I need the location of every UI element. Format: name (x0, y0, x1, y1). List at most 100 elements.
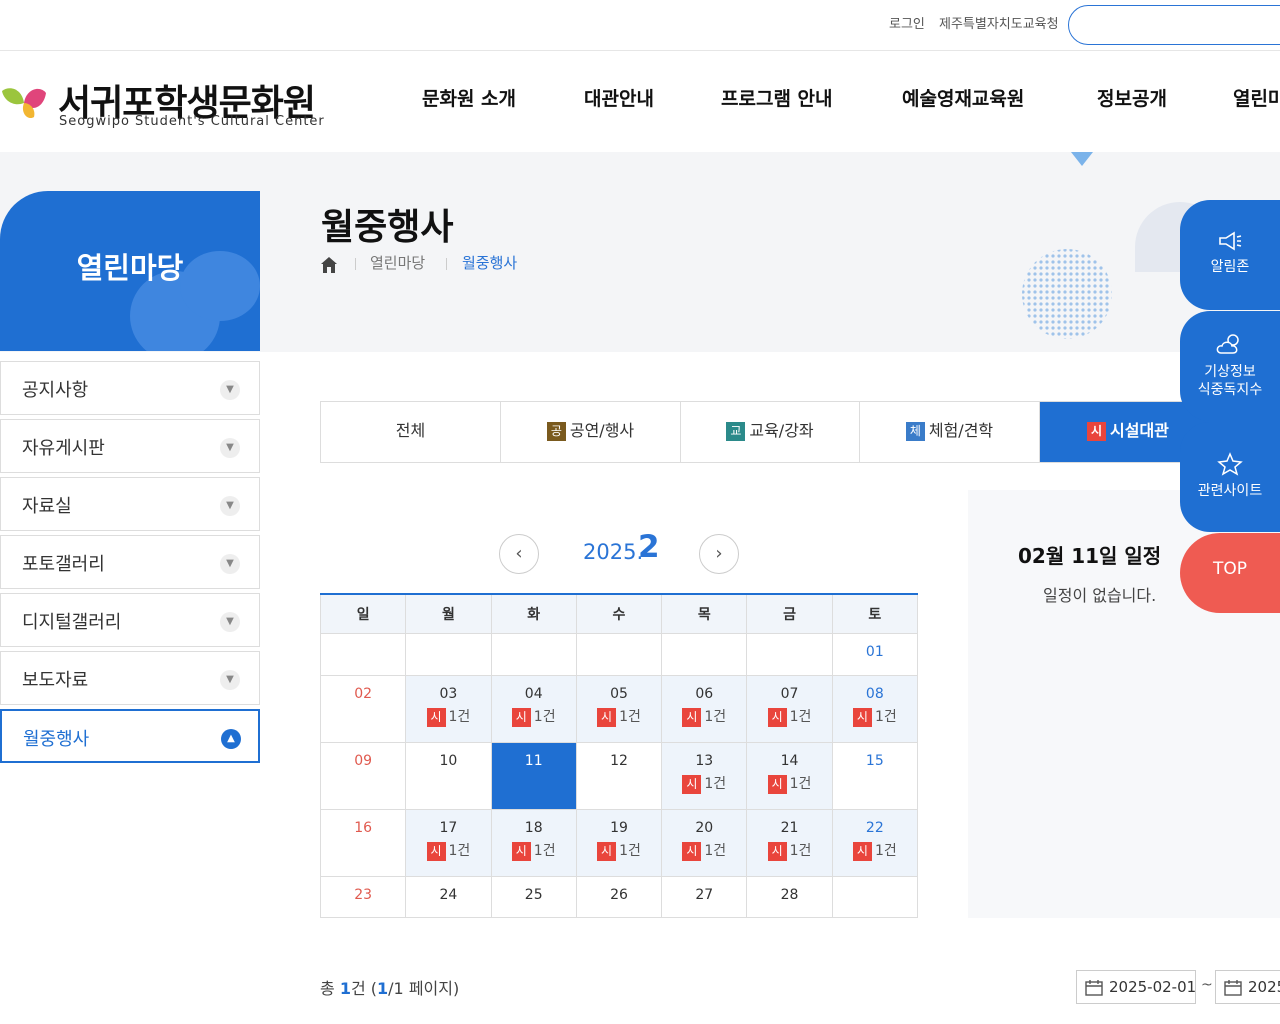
breadcrumb-item-open-forum[interactable]: 열린마당 (370, 252, 425, 273)
calendar-day-cell[interactable]: 11 (490, 741, 577, 810)
calendar-day-cell[interactable]: 24 (405, 875, 492, 918)
sidebar-item-monthly-events[interactable]: 월중행사 ▲ (0, 709, 260, 763)
event-count-link[interactable]: 시 1건 (492, 840, 576, 861)
calendar-icon (1085, 980, 1103, 996)
event-count: 1건 (789, 708, 812, 725)
tab-all[interactable]: 전체 (321, 402, 501, 462)
tab-performance[interactable]: 공 공연/행사 (501, 402, 681, 462)
category-badge: 체 (905, 422, 925, 441)
total-count-text: 총 1건 (1/1 페이지) (320, 975, 459, 999)
jeju-office-link[interactable]: 제주특별자치도교육청 (939, 13, 1059, 32)
weekday-header: 화 (490, 593, 577, 634)
calendar-day-cell[interactable]: 17 시 1건 (405, 808, 492, 877)
calendar-day-cell[interactable]: 04 시 1건 (490, 674, 577, 743)
quick-notification-zone[interactable]: 알림존 (1180, 200, 1280, 310)
chevron-down-icon: ▼ (220, 380, 240, 400)
calendar-day-cell[interactable]: 01 (831, 632, 919, 676)
facility-rental-badge: 시 (597, 707, 617, 727)
calendar-day-cell[interactable]: 08 시 1건 (831, 674, 919, 743)
prev-month-button[interactable]: ‹ (499, 534, 539, 574)
calendar-day-cell[interactable]: 07 시 1건 (746, 674, 833, 743)
gnb-rental[interactable]: 대관안내 (584, 84, 654, 111)
quick-weather-info[interactable]: 기상정보 식중독지수 (1180, 311, 1280, 421)
event-count-link[interactable]: 시 1건 (833, 706, 917, 727)
calendar-day-number: 17 (439, 819, 458, 836)
event-count-link[interactable]: 시 1건 (492, 706, 576, 727)
calendar-day-cell[interactable]: 25 (490, 875, 577, 918)
sidebar-item-free-board[interactable]: 자유게시판 ▼ (0, 419, 260, 473)
date-from-input[interactable]: 2025-02-01 (1076, 970, 1196, 1004)
sidebar-item-archive[interactable]: 자료실 ▼ (0, 477, 260, 531)
date-from-value: 2025-02-01 (1109, 978, 1196, 996)
tab-education[interactable]: 교 교육/강좌 (681, 402, 860, 462)
gnb-gifted-education[interactable]: 예술영재교육원 (902, 84, 1024, 111)
gnb-disclosure[interactable]: 정보공개 (1097, 84, 1167, 111)
breadcrumb-item-current[interactable]: 월중행사 (462, 252, 517, 273)
calendar-day-cell[interactable]: 06 시 1건 (661, 674, 748, 743)
gnb-programs[interactable]: 프로그램 안내 (721, 84, 833, 111)
tab-label: 공연/행사 (569, 421, 635, 440)
calendar-day-cell[interactable]: 27 (661, 875, 748, 918)
event-count: 1건 (533, 842, 556, 859)
gnb-open-forum[interactable]: 열린마 (1233, 84, 1280, 111)
next-month-button[interactable]: › (699, 534, 739, 574)
calendar-day-cell[interactable]: 18 시 1건 (490, 808, 577, 877)
tab-experience[interactable]: 체 체험/견학 (860, 402, 1040, 462)
event-count-link[interactable]: 시 1건 (747, 706, 831, 727)
event-count-link[interactable]: 시 1건 (662, 840, 746, 861)
login-link[interactable]: 로그인 (889, 13, 925, 32)
chevron-down-icon: ▼ (220, 438, 240, 458)
calendar-day-cell[interactable]: 10 (405, 741, 492, 810)
calendar-empty-cell (661, 632, 748, 676)
quick-related-sites[interactable]: 관련사이트 (1180, 422, 1280, 532)
event-count: 1건 (874, 708, 897, 725)
sidebar-item-press[interactable]: 보도자료 ▼ (0, 651, 260, 705)
calendar-week-row: 16 17 시 1건 18 시 1건 19 시 1건 20 시 1건 21 시 1건 22 시 1건 (319, 808, 919, 877)
scroll-top-button[interactable]: TOP (1180, 533, 1280, 613)
calendar-day-cell[interactable]: 26 (575, 875, 663, 918)
sidebar-item-photo-gallery[interactable]: 포토갤러리 ▼ (0, 535, 260, 589)
site-logo-subtitle: Seogwipo Student's Cultural Center (59, 114, 325, 129)
date-to-input[interactable]: 2025-02-28 (1215, 970, 1280, 1004)
calendar-day-cell[interactable]: 12 (575, 741, 663, 810)
calendar-day-cell[interactable]: 19 시 1건 (575, 808, 663, 877)
sidebar-item-label: 포토갤러리 (22, 554, 105, 575)
event-count: 1건 (704, 708, 727, 725)
calendar-day-cell[interactable]: 20 시 1건 (661, 808, 748, 877)
calendar-day-cell[interactable]: 03 시 1건 (405, 674, 492, 743)
calendar-day-cell[interactable]: 28 (746, 875, 833, 918)
event-count-link[interactable]: 시 1건 (833, 840, 917, 861)
megaphone-icon (1219, 231, 1242, 251)
calendar-day-cell[interactable]: 21 시 1건 (746, 808, 833, 877)
home-icon[interactable] (320, 256, 338, 274)
sidebar-item-digital-gallery[interactable]: 디지털갤러리 ▼ (0, 593, 260, 647)
event-count-link[interactable]: 시 1건 (747, 773, 831, 794)
total-prefix: 총 (320, 979, 340, 998)
event-count-link[interactable]: 시 1건 (662, 773, 746, 794)
calendar-day-cell[interactable]: 16 (319, 808, 407, 877)
calendar-day-cell[interactable]: 05 시 1건 (575, 674, 663, 743)
calendar-day-cell[interactable]: 13 시 1건 (661, 741, 748, 810)
gnb-about[interactable]: 문화원 소개 (422, 84, 516, 111)
search-input[interactable] (1068, 5, 1280, 45)
chevron-right-icon: › (715, 543, 723, 564)
event-count-link[interactable]: 시 1건 (406, 840, 490, 861)
calendar-day-cell[interactable]: 02 (319, 674, 407, 743)
sidebar-item-label: 자료실 (22, 496, 72, 517)
facility-rental-badge: 시 (682, 841, 702, 861)
calendar-day-cell[interactable]: 22 시 1건 (831, 808, 919, 877)
event-count-link[interactable]: 시 1건 (406, 706, 490, 727)
calendar-day-number: 26 (610, 886, 628, 903)
calendar-day-cell[interactable]: 23 (319, 875, 407, 918)
event-count-link[interactable]: 시 1건 (747, 840, 831, 861)
calendar-day-cell[interactable]: 14 시 1건 (746, 741, 833, 810)
quick-label-sub: 식중독지수 (1197, 382, 1263, 398)
sidebar-item-notice[interactable]: 공지사항 ▼ (0, 361, 260, 415)
event-count-link[interactable]: 시 1건 (662, 706, 746, 727)
event-count-link[interactable]: 시 1건 (577, 706, 661, 727)
calendar-day-number: 05 (610, 685, 628, 702)
event-count-link[interactable]: 시 1건 (577, 840, 661, 861)
calendar-day-number: 21 (780, 819, 799, 836)
calendar-day-cell[interactable]: 15 (831, 741, 919, 810)
calendar-day-cell[interactable]: 09 (319, 741, 407, 810)
